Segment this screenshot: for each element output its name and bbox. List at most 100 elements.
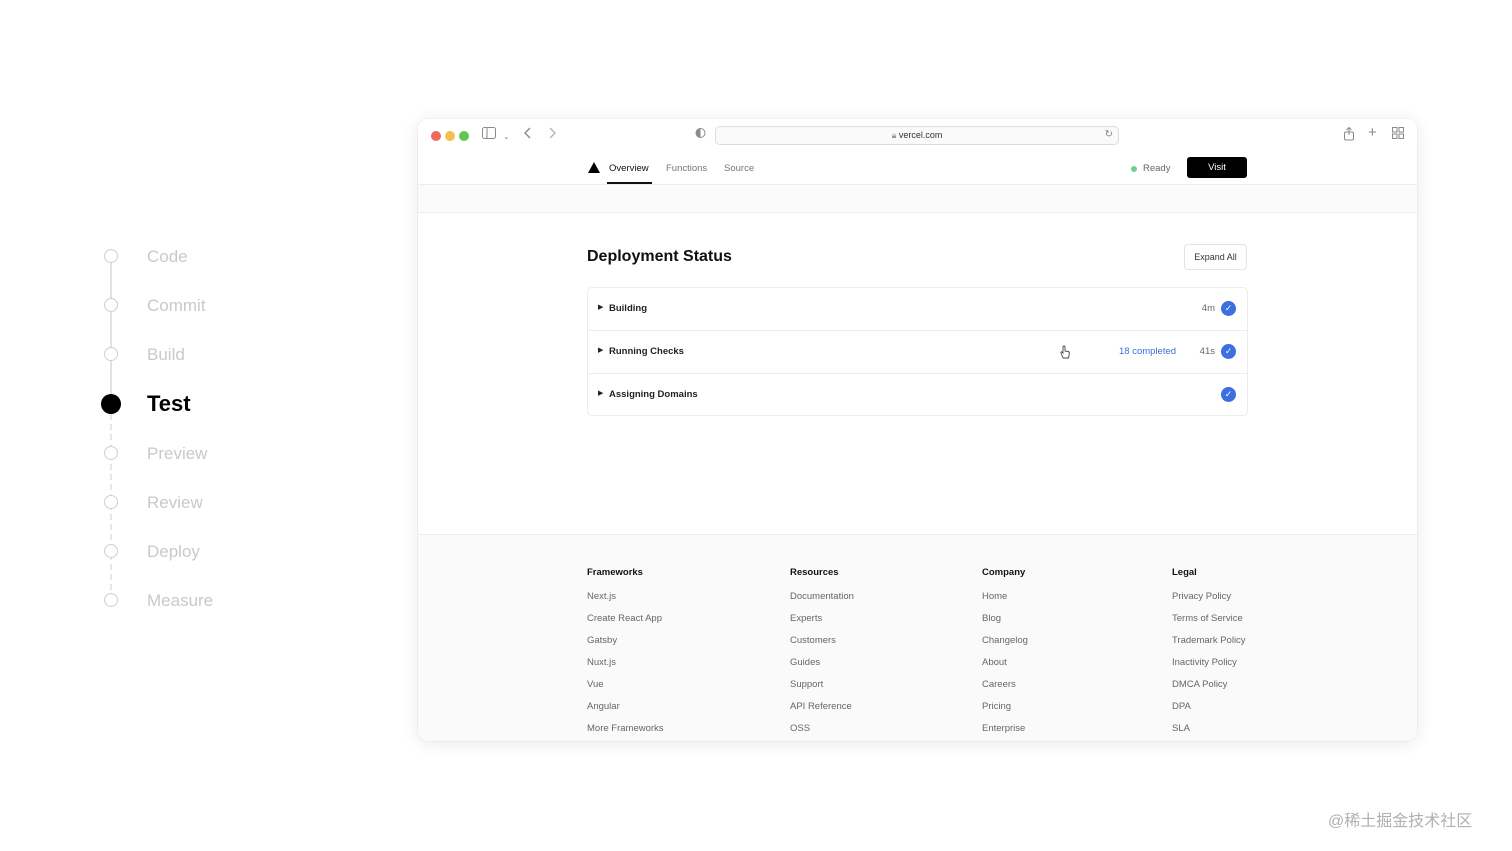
timeline-dot bbox=[104, 446, 118, 460]
status-dot bbox=[1131, 166, 1137, 172]
status-row-label: Assigning Domains bbox=[609, 389, 698, 400]
status-row-running-checks[interactable]: ▶ Running Checks 18 completed 41s ✓ bbox=[588, 331, 1247, 374]
footer-link[interactable]: OSS bbox=[790, 723, 854, 741]
footer-link[interactable]: Terms of Service bbox=[1172, 613, 1246, 635]
footer-link[interactable]: DPA bbox=[1172, 701, 1246, 723]
tab-source[interactable]: Source bbox=[724, 163, 754, 174]
browser-toolbar: ⌄ 🔒︎ vercel.com ↻ + bbox=[418, 119, 1417, 153]
footer-column-legal: Legal Privacy Policy Terms of Service Tr… bbox=[1172, 567, 1246, 741]
footer-heading: Resources bbox=[790, 567, 839, 578]
back-icon[interactable] bbox=[524, 127, 532, 143]
status-row-duration: 4m bbox=[1201, 303, 1215, 314]
footer-link[interactable]: Careers bbox=[982, 679, 1028, 701]
footer-link[interactable]: Nuxt.js bbox=[587, 657, 664, 679]
workflow-timeline: Code Commit Build Test Preview Review De… bbox=[0, 0, 400, 851]
chevron-down-icon[interactable]: ⌄ bbox=[503, 129, 510, 145]
watermark-text: @稀土掘金技术社区 bbox=[1328, 813, 1473, 830]
zoom-window-button[interactable] bbox=[459, 131, 469, 141]
footer-link[interactable]: Trademark Policy bbox=[1172, 635, 1246, 657]
tab-overview[interactable]: Overview bbox=[609, 163, 649, 174]
footer-link[interactable]: Gatsby bbox=[587, 635, 664, 657]
timeline-label: Deploy bbox=[147, 542, 200, 561]
lock-icon: 🔒︎ bbox=[891, 130, 897, 140]
footer-link[interactable]: Blog bbox=[982, 613, 1028, 635]
check-circle-icon: ✓ bbox=[1221, 344, 1236, 359]
timeline-dot-active bbox=[101, 394, 121, 414]
footer-link[interactable]: Privacy Policy bbox=[1172, 591, 1246, 613]
new-tab-icon[interactable]: + bbox=[1368, 125, 1377, 141]
site-footer: Frameworks Next.js Create React App Gats… bbox=[418, 534, 1417, 741]
footer-link[interactable]: Pricing bbox=[982, 701, 1028, 723]
footer-link[interactable]: Create React App bbox=[587, 613, 664, 635]
timeline-label: Review bbox=[147, 493, 203, 512]
timeline-line-completed bbox=[110, 256, 112, 404]
footer-link[interactable]: Guides bbox=[790, 657, 854, 679]
footer-link[interactable]: Support bbox=[790, 679, 854, 701]
footer-link[interactable]: Inactivity Policy bbox=[1172, 657, 1246, 679]
sidebar-toggle-icon[interactable] bbox=[482, 127, 496, 143]
vercel-logo-icon[interactable] bbox=[588, 162, 600, 173]
timeline-dot bbox=[104, 347, 118, 361]
check-circle-icon: ✓ bbox=[1221, 387, 1236, 402]
caret-right-icon: ▶ bbox=[598, 390, 604, 397]
footer-link[interactable]: Documentation bbox=[790, 591, 854, 613]
privacy-shield-icon[interactable] bbox=[695, 127, 706, 143]
status-row-building[interactable]: ▶ Building 4m ✓ bbox=[588, 288, 1247, 331]
footer-link[interactable]: Experts bbox=[790, 613, 854, 635]
caret-right-icon: ▶ bbox=[598, 347, 604, 354]
timeline-label-active: Test bbox=[147, 391, 191, 416]
timeline-dot bbox=[104, 593, 118, 607]
timeline-label: Code bbox=[147, 247, 188, 266]
forward-icon[interactable] bbox=[548, 127, 556, 143]
caret-right-icon: ▶ bbox=[598, 304, 604, 311]
footer-link[interactable]: Customers bbox=[790, 635, 854, 657]
deployment-status-list: ▶ Building 4m ✓ ▶ Running Checks 18 comp… bbox=[587, 287, 1248, 416]
url-text: 🔒︎ vercel.com bbox=[891, 130, 943, 140]
footer-link[interactable]: Angular bbox=[587, 701, 664, 723]
footer-link[interactable]: About bbox=[982, 657, 1028, 679]
site-navbar: Overview Functions Source Ready Visit bbox=[418, 153, 1417, 185]
footer-link[interactable]: Vue bbox=[587, 679, 664, 701]
header-band bbox=[418, 185, 1417, 213]
footer-column-frameworks: Frameworks Next.js Create React App Gats… bbox=[587, 567, 664, 741]
footer-heading: Company bbox=[982, 567, 1026, 578]
hand-cursor-icon bbox=[1058, 345, 1072, 359]
footer-link[interactable]: API Reference bbox=[790, 701, 854, 723]
timeline-dot bbox=[104, 249, 118, 263]
timeline-label: Preview bbox=[147, 444, 208, 463]
status-row-assigning-domains[interactable]: ▶ Assigning Domains ✓ bbox=[588, 374, 1247, 417]
tab-overview-icon[interactable] bbox=[1392, 127, 1404, 143]
minimize-window-button[interactable] bbox=[445, 131, 455, 141]
footer-link[interactable]: Home bbox=[982, 591, 1028, 613]
page-title: Deployment Status bbox=[587, 248, 732, 265]
footer-heading: Legal bbox=[1172, 567, 1197, 578]
tab-functions[interactable]: Functions bbox=[666, 163, 707, 174]
footer-link[interactable]: More Frameworks bbox=[587, 723, 664, 741]
footer-link[interactable]: SLA bbox=[1172, 723, 1246, 741]
close-window-button[interactable] bbox=[431, 131, 441, 141]
check-circle-icon: ✓ bbox=[1221, 301, 1236, 316]
share-icon[interactable] bbox=[1343, 126, 1355, 145]
footer-column-resources: Resources Documentation Experts Customer… bbox=[790, 567, 854, 741]
footer-heading: Frameworks bbox=[587, 567, 643, 578]
visit-button[interactable]: Visit bbox=[1187, 157, 1247, 178]
footer-link[interactable]: Enterprise bbox=[982, 723, 1028, 741]
checks-completed-link[interactable]: 18 completed bbox=[1119, 346, 1176, 357]
reload-icon[interactable]: ↻ bbox=[1105, 129, 1113, 140]
footer-link[interactable]: Changelog bbox=[982, 635, 1028, 657]
address-bar[interactable]: 🔒︎ vercel.com ↻ bbox=[715, 126, 1119, 145]
timeline-dot bbox=[104, 544, 118, 558]
timeline-label: Measure bbox=[147, 591, 214, 610]
footer-link[interactable]: Next.js bbox=[587, 591, 664, 613]
footer-column-company: Company Home Blog Changelog About Career… bbox=[982, 567, 1028, 741]
status-row-label: Building bbox=[609, 303, 647, 314]
timeline-label: Build bbox=[147, 345, 185, 364]
status-row-duration: 41s bbox=[1199, 346, 1215, 357]
active-tab-indicator bbox=[607, 182, 652, 184]
footer-link[interactable]: DMCA Policy bbox=[1172, 679, 1246, 701]
timeline-dot bbox=[104, 495, 118, 509]
timeline-dot bbox=[104, 298, 118, 312]
browser-window: ⌄ 🔒︎ vercel.com ↻ + Overview Functions S… bbox=[418, 119, 1417, 741]
expand-all-button[interactable]: Expand All bbox=[1184, 244, 1247, 270]
timeline-label: Commit bbox=[147, 296, 206, 315]
